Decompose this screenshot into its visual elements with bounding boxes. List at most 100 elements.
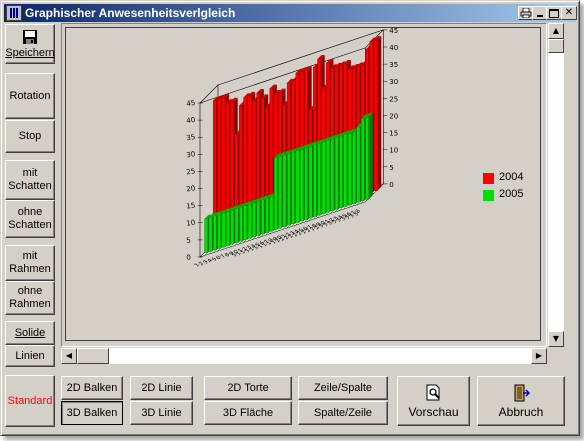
y-tick-label-left: 25 bbox=[186, 167, 196, 176]
bar-2005 bbox=[204, 218, 208, 254]
legend-swatch-2005 bbox=[483, 190, 494, 201]
shadow-off-button[interactable]: ohne Schatten bbox=[5, 200, 55, 238]
y-tick-label-left: 10 bbox=[186, 219, 196, 228]
chart-area: 0 0 5 5 10 10 15 15 20 20 25 25 30 30 35 35 40 40 45 45 1 2 3 4… bbox=[65, 27, 541, 341]
y-tick-label-left: 0 bbox=[186, 253, 192, 262]
preview-button[interactable]: Vorschau bbox=[397, 376, 470, 426]
bar-2005 bbox=[226, 211, 230, 246]
preview-magnifier-icon bbox=[426, 384, 440, 400]
rotation-button-label: Rotation bbox=[9, 89, 51, 102]
bar-2005 bbox=[347, 133, 352, 206]
legend-label-2005: 2005 bbox=[499, 188, 524, 200]
x-tick-label: 38 bbox=[353, 208, 362, 217]
y-tick-label-right: 0 bbox=[389, 181, 393, 189]
bar-2004-side bbox=[377, 36, 382, 191]
column-row-label: Spalte/Zeile bbox=[313, 406, 373, 419]
y-tick-label-right: 20 bbox=[389, 112, 398, 120]
floppy-disk-icon bbox=[23, 29, 37, 44]
line-2d-button[interactable]: 2D Linie bbox=[130, 376, 193, 400]
bar-2005 bbox=[360, 118, 365, 201]
pie-2d-button[interactable]: 2D Torte bbox=[204, 376, 292, 400]
bar-2005 bbox=[273, 157, 278, 230]
bar-2005 bbox=[365, 117, 369, 200]
row-column-label: Zeile/Spalte bbox=[313, 381, 373, 394]
line-3d-button[interactable]: 3D Linie bbox=[130, 401, 193, 425]
y-tick-label-right: 10 bbox=[389, 147, 398, 155]
vertical-scroll-track[interactable] bbox=[548, 53, 564, 331]
frame-off-button[interactable]: ohne Rahmen bbox=[5, 281, 55, 315]
bar-3d-button[interactable]: 3D Balken bbox=[61, 401, 123, 425]
preview-label: Vorschau bbox=[408, 404, 459, 419]
bar-2005 bbox=[352, 131, 356, 204]
row-column-button[interactable]: Zeile/Spalte bbox=[298, 376, 388, 400]
area-3d-label: 3D Fläche bbox=[222, 406, 274, 419]
shadow-on-label-1: mit bbox=[22, 167, 38, 179]
bar-2005 bbox=[213, 215, 217, 251]
bar-2005 bbox=[339, 135, 343, 209]
maximize-icon[interactable] bbox=[546, 6, 562, 20]
solid-button-label: Solide bbox=[14, 326, 46, 339]
scroll-left-icon[interactable]: ◀ bbox=[61, 348, 77, 364]
cancel-button[interactable]: Abbruch bbox=[477, 376, 565, 426]
stop-button-label: Stop bbox=[18, 130, 42, 142]
frame-off-label-2: Rahmen bbox=[9, 298, 51, 310]
frame-on-button[interactable]: mit Rahmen bbox=[5, 245, 55, 281]
bar-2005 bbox=[265, 198, 269, 233]
exit-door-icon bbox=[514, 384, 530, 401]
bar-2005 bbox=[260, 199, 265, 235]
bar-2005 bbox=[317, 143, 321, 216]
shadow-on-button[interactable]: mit Schatten bbox=[5, 160, 55, 200]
stop-button[interactable]: Stop bbox=[5, 120, 55, 153]
vertical-scrollbar[interactable]: ▲ ▼ bbox=[548, 23, 564, 347]
bar-2005 bbox=[291, 151, 295, 225]
bar-2005 bbox=[334, 137, 339, 210]
bar-2d-button[interactable]: 2D Balken bbox=[61, 376, 123, 400]
shadow-off-label-2: Schatten bbox=[8, 219, 52, 231]
bar-2005 bbox=[282, 154, 287, 227]
lines-button[interactable]: Linien bbox=[5, 345, 55, 367]
bar-chart-3d: 0055101015152020252530303535404045451234… bbox=[186, 27, 398, 268]
app-icon bbox=[6, 5, 22, 21]
title-bar[interactable]: Graphischer Anwesenheitsverlgleich ✕ bbox=[4, 4, 577, 22]
legend-label-2004: 2004 bbox=[499, 171, 524, 183]
bar-2005 bbox=[308, 146, 313, 219]
bar-2005 bbox=[252, 202, 256, 238]
horizontal-scroll-thumb[interactable] bbox=[77, 348, 109, 364]
line-2d-label: 2D Linie bbox=[141, 381, 182, 394]
solid-button[interactable]: Solide bbox=[5, 321, 55, 345]
y-tick-label-left: 20 bbox=[186, 184, 196, 193]
area-3d-button[interactable]: 3D Fläche bbox=[204, 401, 292, 425]
window-title: Graphischer Anwesenheitsverlgleich bbox=[25, 6, 236, 20]
bar-2005 bbox=[217, 214, 221, 249]
horizontal-scroll-track[interactable] bbox=[109, 348, 531, 364]
bar-2005 bbox=[243, 205, 248, 241]
column-row-button[interactable]: Spalte/Zeile bbox=[298, 401, 388, 425]
bar-2005 bbox=[247, 204, 252, 239]
standard-button[interactable]: Standard bbox=[5, 375, 55, 427]
scroll-right-icon[interactable]: ▶ bbox=[531, 348, 547, 364]
close-icon[interactable]: ✕ bbox=[561, 6, 577, 20]
bar-2005 bbox=[326, 140, 330, 213]
save-button[interactable]: Speichern bbox=[5, 24, 55, 64]
scroll-down-icon[interactable]: ▼ bbox=[548, 331, 564, 347]
vertical-scroll-thumb[interactable] bbox=[548, 39, 564, 53]
pie-2d-label: 2D Torte bbox=[227, 381, 269, 394]
y-tick-label-left: 30 bbox=[186, 150, 196, 159]
rotation-button[interactable]: Rotation bbox=[5, 73, 55, 119]
y-tick-label-right: 45 bbox=[389, 28, 398, 35]
y-tick-label-left: 40 bbox=[186, 116, 196, 125]
y-tick-label-left: 45 bbox=[186, 99, 196, 108]
y-tick-label-left: 35 bbox=[186, 133, 196, 142]
horizontal-scrollbar[interactable]: ◀ ▶ bbox=[61, 348, 547, 364]
scroll-up-icon[interactable]: ▲ bbox=[548, 23, 564, 39]
y-tick-label-right: 30 bbox=[389, 78, 398, 86]
bar-2005 bbox=[356, 126, 361, 203]
chart-panel: 0 0 5 5 10 10 15 15 20 20 25 25 30 30 35 35 40 40 45 45 1 2 3 4… bbox=[61, 23, 547, 347]
y-tick-label-left: 15 bbox=[186, 201, 196, 210]
legend-swatch-2004 bbox=[483, 173, 494, 184]
y-tick-label-right: 35 bbox=[389, 61, 398, 69]
bar-2005-side bbox=[368, 113, 373, 200]
bar-2005 bbox=[256, 201, 261, 236]
shadow-on-label-2: Schatten bbox=[8, 180, 52, 192]
y-tick-label-right: 25 bbox=[389, 95, 398, 103]
